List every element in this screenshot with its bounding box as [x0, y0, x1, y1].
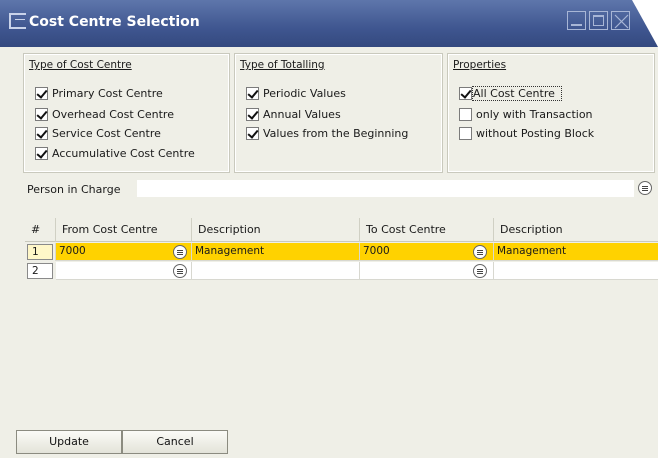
checkbox-box[interactable]: [459, 86, 472, 100]
to-description-cell[interactable]: Management: [494, 243, 658, 261]
checkbox-annual-values[interactable]: Annual Values: [246, 106, 341, 122]
checkbox-label: only with Transaction: [476, 107, 593, 121]
to-description-cell[interactable]: [494, 262, 658, 280]
window-title: Cost Centre Selection: [29, 14, 200, 30]
checkbox-values-from-beginning[interactable]: Values from the Beginning: [246, 125, 408, 141]
title-bar[interactable]: Cost Centre Selection: [0, 0, 658, 47]
close-icon: [614, 14, 629, 29]
checkbox-box[interactable]: [35, 146, 48, 160]
col-header-to-cost-centre[interactable]: To Cost Centre: [360, 218, 494, 242]
checkbox-box[interactable]: [246, 126, 259, 140]
checkbox-box[interactable]: [35, 107, 48, 121]
checkbox-accumulative-cost-centre[interactable]: Accumulative Cost Centre: [35, 145, 195, 161]
group-title-properties: Properties: [453, 59, 507, 71]
from-cost-centre-cell[interactable]: 7000: [56, 243, 192, 261]
choose-from-list-icon[interactable]: [173, 245, 187, 259]
checkbox-box[interactable]: [246, 107, 259, 121]
table-row[interactable]: 2: [25, 262, 658, 280]
col-header-to-description[interactable]: Description: [494, 218, 658, 242]
checkbox-label: Annual Values: [263, 107, 341, 121]
person-in-charge-label: Person in Charge: [27, 183, 121, 196]
checkbox-box[interactable]: [35, 126, 48, 140]
from-cost-centre-cell[interactable]: [56, 262, 192, 280]
choose-from-list-icon[interactable]: [173, 264, 187, 278]
choose-from-list-icon[interactable]: [638, 181, 652, 195]
checkbox-label: Overhead Cost Centre: [52, 107, 174, 121]
checkbox-label: Primary Cost Centre: [52, 86, 163, 100]
checkbox-label: All Cost Centre: [472, 85, 562, 101]
row-number: 2: [27, 263, 53, 279]
col-header-from-cost-centre[interactable]: From Cost Centre: [56, 218, 192, 242]
update-button[interactable]: Update: [16, 430, 122, 454]
person-in-charge-input[interactable]: [137, 180, 634, 197]
checkbox-service-cost-centre[interactable]: Service Cost Centre: [35, 125, 161, 141]
from-description-cell[interactable]: Management: [192, 243, 360, 261]
type-of-cost-centre-group: Type of Cost Centre Primary Cost Centre …: [23, 53, 230, 173]
row-number: 1: [27, 244, 53, 260]
type-of-totalling-group: Type of Totalling Periodic Values Annual…: [234, 53, 443, 173]
checkbox-box[interactable]: [459, 107, 472, 121]
title-bar-corner: [632, 0, 658, 47]
row-number-cell[interactable]: 1: [25, 243, 56, 261]
checkbox-only-with-transaction[interactable]: only with Transaction: [459, 106, 593, 122]
checkbox-box[interactable]: [246, 86, 259, 100]
grid-header: # From Cost Centre Description To Cost C…: [25, 218, 658, 242]
from-description-cell[interactable]: [192, 262, 360, 280]
checkbox-box[interactable]: [459, 126, 472, 140]
table-row[interactable]: 1 7000 Management 7000 Management: [25, 243, 658, 261]
checkbox-primary-cost-centre[interactable]: Primary Cost Centre: [35, 85, 163, 101]
row-number-cell[interactable]: 2: [25, 262, 56, 280]
checkbox-box[interactable]: [35, 86, 48, 100]
close-button[interactable]: [611, 11, 630, 30]
group-title-type-of-cost-centre: Type of Cost Centre: [29, 59, 132, 71]
choose-from-list-icon[interactable]: [473, 264, 487, 278]
maximize-button[interactable]: [589, 11, 608, 30]
group-title-type-of-totalling: Type of Totalling: [240, 59, 325, 71]
cost-centre-selection-window: Cost Centre Selection Type of Cost Centr…: [0, 0, 658, 458]
app-window-icon: [9, 13, 26, 29]
checkbox-all-cost-centre[interactable]: All Cost Centre: [459, 85, 562, 101]
checkbox-overhead-cost-centre[interactable]: Overhead Cost Centre: [35, 106, 174, 122]
checkbox-without-posting-block[interactable]: without Posting Block: [459, 125, 594, 141]
cancel-button[interactable]: Cancel: [122, 430, 228, 454]
checkbox-label: without Posting Block: [476, 126, 595, 140]
minimize-button[interactable]: [567, 11, 586, 30]
col-header-number[interactable]: #: [25, 218, 56, 242]
checkbox-label: Periodic Values: [263, 86, 346, 100]
checkbox-periodic-values[interactable]: Periodic Values: [246, 85, 346, 101]
properties-group: Properties All Cost Centre only with Tra…: [447, 53, 655, 173]
checkbox-label: Service Cost Centre: [52, 126, 161, 140]
checkbox-label: Values from the Beginning: [263, 126, 409, 140]
col-header-from-description[interactable]: Description: [192, 218, 360, 242]
checkbox-label: Accumulative Cost Centre: [52, 146, 195, 160]
choose-from-list-icon[interactable]: [473, 245, 487, 259]
